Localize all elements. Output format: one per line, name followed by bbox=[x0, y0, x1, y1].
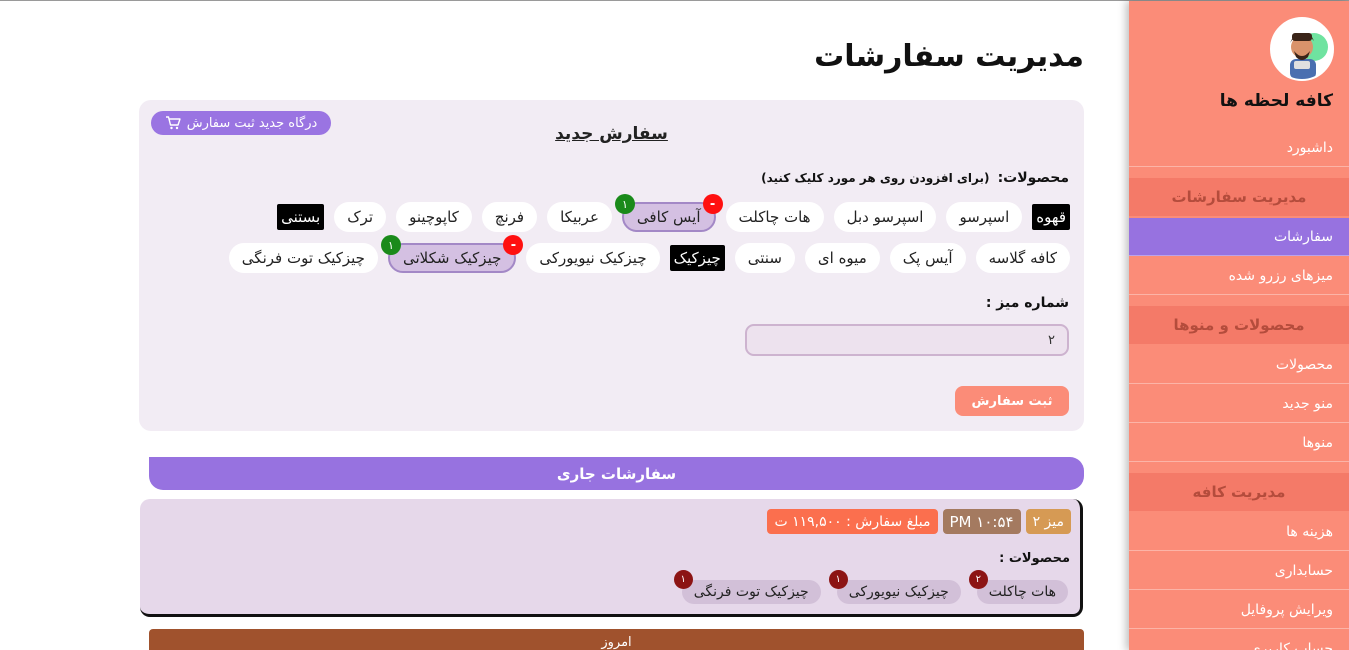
table-number-label: شماره میز : bbox=[985, 295, 1069, 311]
order-item: چیزکیک نیویورکی ۱ bbox=[828, 570, 961, 604]
product-chip[interactable]: میوه ای bbox=[804, 243, 880, 273]
product-chip[interactable]: چیزکیک توت فرنگی bbox=[228, 243, 378, 273]
sidebar-item-expenses[interactable]: هزینه ها bbox=[1129, 513, 1349, 551]
submit-order-button[interactable]: ثبت سفارش bbox=[955, 386, 1069, 416]
sidebar-item-edit-profile[interactable]: ویرایش پروفایل bbox=[1129, 591, 1349, 629]
products-label-text: محصولات: bbox=[997, 170, 1069, 186]
product-chip[interactable]: آیس پک bbox=[889, 243, 966, 273]
products-row-2: کافه گلاسه آیس پک میوه ای سنتی چیزکیک چی… bbox=[228, 235, 1070, 273]
order-item: هات چاکلت ۲ bbox=[968, 570, 1068, 604]
product-chip-selected[interactable]: آیس کافی - ۱ bbox=[614, 194, 723, 232]
products-label: محصولات: (برای افزودن روی هر مورد کلیک ک… bbox=[761, 170, 1069, 186]
products-hint: (برای افزودن روی هر مورد کلیک کنید) bbox=[761, 171, 990, 185]
avatar[interactable] bbox=[1270, 17, 1334, 81]
category-coffee[interactable]: قهوه bbox=[1032, 204, 1070, 230]
item-count-badge: ۱ bbox=[614, 194, 635, 214]
time-badge: ۱۰:۵۴ PM bbox=[942, 509, 1021, 534]
product-chip[interactable]: اسپرسو دبل bbox=[833, 202, 937, 232]
remove-item-button[interactable]: - bbox=[702, 194, 723, 214]
category-cheesecake[interactable]: چیزکیک bbox=[669, 245, 725, 271]
sidebar-item-account[interactable]: حساب کاربری bbox=[1129, 630, 1349, 650]
sidebar-item-orders[interactable]: سفارشات bbox=[1129, 218, 1349, 256]
sidebar-heading-orders: مدیریت سفارشات bbox=[1129, 178, 1349, 216]
amount-badge: مبلغ سفارش : ۱۱۹,۵۰۰ ت bbox=[767, 509, 938, 534]
product-chip[interactable]: کافه گلاسه bbox=[975, 243, 1070, 273]
today-header: امروز bbox=[149, 629, 1084, 650]
table-badge: میز ۲ bbox=[1025, 509, 1071, 534]
order-badges: میز ۲ ۱۰:۵۴ PM مبلغ سفارش : ۱۱۹,۵۰۰ ت bbox=[767, 509, 1071, 534]
cafe-name: کافه لحظه ها bbox=[1219, 91, 1333, 111]
order-item-qty: ۱ bbox=[673, 570, 693, 589]
cart-icon bbox=[165, 116, 181, 130]
order-item: چیزکیک توت فرنگی ۱ bbox=[673, 570, 821, 604]
page-title: مدیریت سفارشات bbox=[814, 39, 1084, 74]
sidebar-item-products[interactable]: محصولات bbox=[1129, 346, 1349, 384]
sidebar-heading-products: محصولات و منوها bbox=[1129, 306, 1349, 344]
order-item-name: چیزکیک توت فرنگی bbox=[693, 584, 809, 600]
sidebar-item-menus[interactable]: منوها bbox=[1129, 424, 1349, 462]
order-items: هات چاکلت ۲ چیزکیک نیویورکی ۱ چیزکیک توت… bbox=[673, 570, 1068, 604]
item-count-badge: ۱ bbox=[380, 235, 401, 255]
remove-item-button[interactable]: - bbox=[503, 235, 524, 255]
product-chip-selected[interactable]: چیزکیک شکلاتی - ۱ bbox=[380, 235, 524, 273]
order-item-qty: ۱ bbox=[828, 570, 848, 589]
product-chip[interactable]: اسپرسو bbox=[946, 202, 1023, 232]
order-item-name: هات چاکلت bbox=[988, 584, 1056, 600]
sidebar: کافه لحظه ها داشبورد مدیریت سفارشات سفار… bbox=[1129, 1, 1349, 650]
gateway-button-label: درگاه جدید ثبت سفارش bbox=[186, 115, 318, 131]
product-chip-label: آیس کافی bbox=[636, 208, 701, 226]
product-chip[interactable]: کاپوچینو bbox=[396, 202, 472, 232]
sidebar-item-accounting[interactable]: حسابداری bbox=[1129, 552, 1349, 590]
order-item-qty: ۲ bbox=[968, 570, 988, 589]
table-number-input[interactable] bbox=[745, 324, 1069, 356]
sidebar-heading-cafe: مدیریت کافه bbox=[1129, 473, 1349, 511]
new-order-card: سفارش جدید درگاه جدید ثبت سفارش محصولات:… bbox=[139, 100, 1084, 431]
product-chip[interactable]: سنتی bbox=[734, 243, 795, 273]
order-products-label: محصولات : bbox=[999, 551, 1070, 566]
product-chip[interactable]: عربیکا bbox=[547, 202, 612, 232]
order-card: میز ۲ ۱۰:۵۴ PM مبلغ سفارش : ۱۱۹,۵۰۰ ت مح… bbox=[140, 499, 1083, 617]
sidebar-item-new-menu[interactable]: منو جدید bbox=[1129, 385, 1349, 423]
current-orders-header: سفارشات جاری bbox=[149, 457, 1084, 490]
category-ice-cream[interactable]: بستنی bbox=[277, 204, 325, 230]
new-order-gateway-button[interactable]: درگاه جدید ثبت سفارش bbox=[151, 111, 331, 135]
order-item-name: چیزکیک نیویورکی bbox=[848, 584, 949, 600]
sidebar-item-reserved-tables[interactable]: میزهای رزرو شده bbox=[1129, 257, 1349, 295]
product-chip[interactable]: هات چاکلت bbox=[725, 202, 824, 232]
product-chip[interactable]: چیزکیک نیویورکی bbox=[526, 243, 660, 273]
product-chip-label: چیزکیک شکلاتی bbox=[402, 249, 502, 267]
product-chip[interactable]: فرنچ bbox=[481, 202, 538, 232]
sidebar-item-dashboard[interactable]: داشبورد bbox=[1129, 129, 1349, 167]
products-row-1: قهوه اسپرسو اسپرسو دبل هات چاکلت آیس کاف… bbox=[277, 194, 1070, 232]
product-chip[interactable]: ترک bbox=[334, 202, 387, 232]
avatar-illustration-icon bbox=[1272, 19, 1332, 79]
